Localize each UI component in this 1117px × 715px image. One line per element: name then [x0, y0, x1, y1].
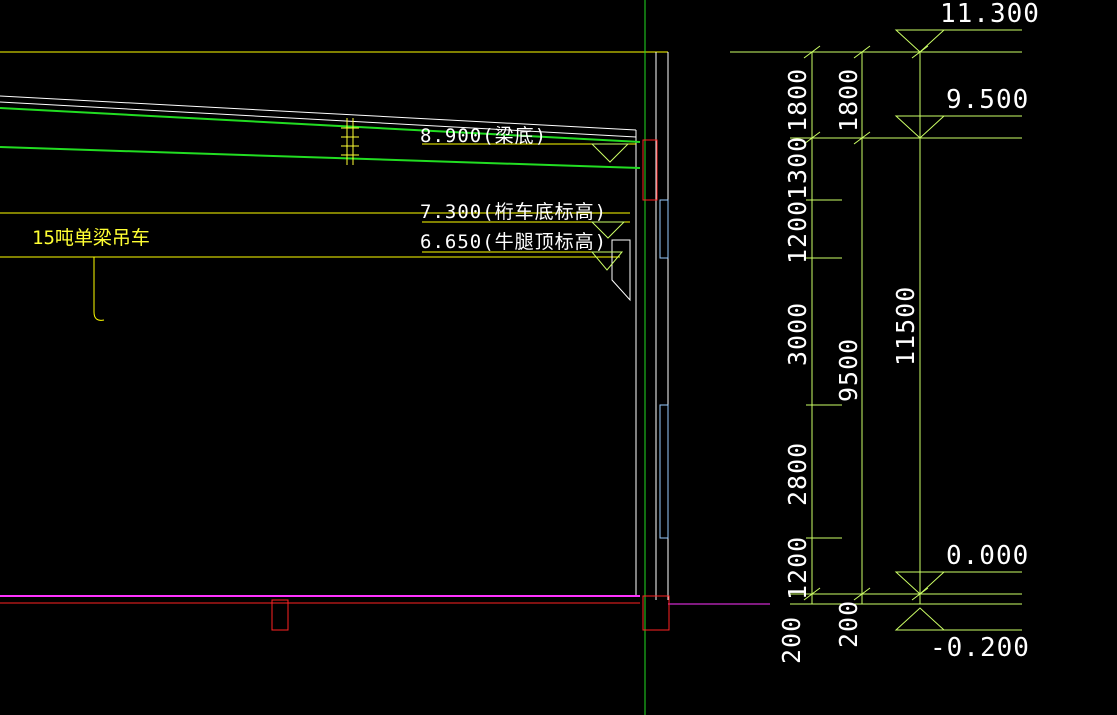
text-labels: 15吨单梁吊车 8.900(梁底) 7.300(桁车底标高) 6.650(牛腿顶…: [32, 0, 1040, 664]
dim-middle-1800: 1800: [834, 68, 863, 132]
dim-outer-11500: 11500: [891, 286, 920, 366]
dim-inner-1800: 1800: [783, 68, 812, 132]
dim-inner-1200-low: 1200: [783, 536, 812, 600]
dim-inner-200: 200: [777, 616, 806, 664]
dimension-labels-middle: 1800 9500 200: [834, 68, 863, 648]
structural-lines: [0, 0, 770, 715]
corbel-top-annotation: 6.650(牛腿顶标高): [420, 231, 607, 253]
corbel-bracket: [611, 239, 631, 302]
footing-column: [642, 595, 670, 631]
low-window: [659, 404, 669, 539]
elevation-eave: 9.500: [946, 85, 1029, 115]
elevation-foundation: -0.200: [930, 633, 1030, 663]
elevation-top: 11.300: [940, 0, 1040, 29]
roof-beam-bottom: [0, 146, 641, 169]
dimension-labels-outer: 11500: [891, 286, 920, 366]
dim-middle-9500: 9500: [834, 338, 863, 402]
elev-symbol-foundation: [894, 607, 946, 631]
beam-bottom-annotation: 8.900(梁底): [420, 125, 547, 147]
dim-inner-2800: 2800: [783, 442, 812, 506]
footing-left: [271, 599, 289, 631]
dimension-labels-inner: 1800 1300 1200 3000 2800 1200 200: [777, 68, 812, 664]
crane-bottom-annotation: 7.300(桁车底标高): [420, 201, 607, 223]
elevation-ground: 0.000: [946, 541, 1029, 571]
high-window: [659, 199, 669, 259]
dim-middle-200: 200: [834, 600, 863, 648]
elev-symbol-top: [894, 29, 946, 53]
dim-inner-1200: 1200: [783, 200, 812, 264]
dim-inner-1300: 1300: [783, 136, 812, 200]
crane-label: 15吨单梁吊车: [32, 227, 150, 249]
dim-inner-3000: 3000: [783, 302, 812, 366]
cad-section-drawing: 15吨单梁吊车 8.900(梁底) 7.300(桁车底标高) 6.650(牛腿顶…: [0, 0, 1040, 715]
crane-hook: [93, 257, 105, 321]
